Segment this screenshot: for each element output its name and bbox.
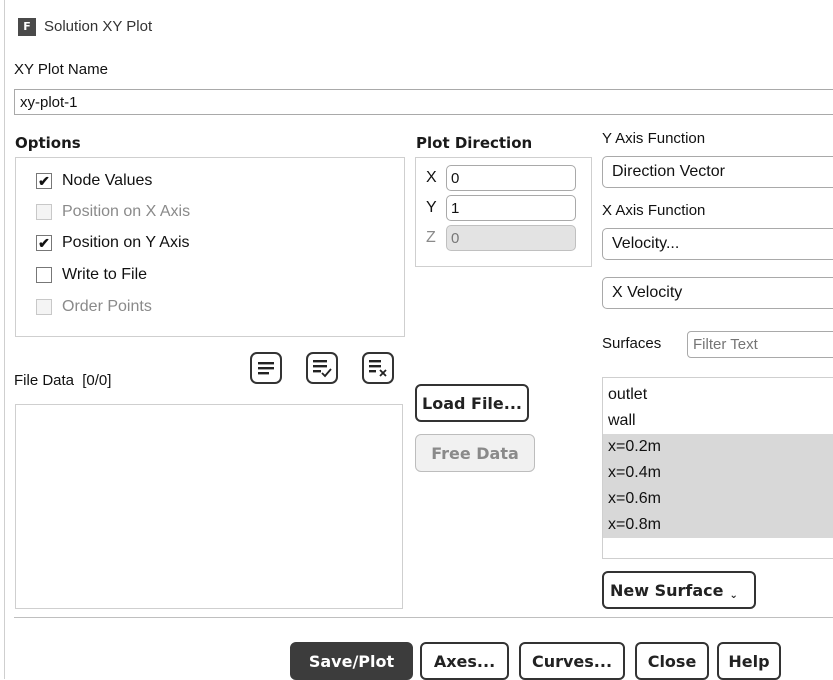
axes-button[interactable]: Axes... — [420, 642, 509, 680]
surface-item-x-0-4m[interactable]: x=0.4m — [603, 460, 833, 486]
deselect-all-icon — [313, 360, 332, 378]
free-data-button: Free Data — [415, 434, 535, 472]
direction-z-letter: Z — [426, 229, 436, 246]
load-file-button[interactable]: Load File... — [415, 384, 529, 422]
direction-y-row: Y — [426, 195, 576, 221]
chevron-down-icon: ⌄ — [729, 589, 738, 601]
position-x-checkbox — [36, 204, 52, 220]
direction-x-input[interactable] — [446, 165, 576, 191]
direction-z-row: Z — [426, 225, 576, 251]
surface-item-x-0-6m[interactable]: x=0.6m — [603, 486, 833, 512]
node-values-checkbox[interactable]: ✔ — [36, 173, 52, 189]
surfaces-filter-input[interactable] — [687, 331, 833, 358]
options-group: ✔ Node Values Position on X Axis ✔ Posit… — [15, 157, 405, 337]
file-data-count: [0/0] — [82, 372, 112, 389]
deselect-all-button[interactable] — [306, 352, 338, 384]
file-data-text: File Data — [14, 372, 75, 389]
write-to-file-checkbox[interactable] — [36, 267, 52, 283]
position-y-option[interactable]: ✔ Position on Y Axis — [36, 232, 190, 254]
select-all-button[interactable] — [250, 352, 282, 384]
clear-icon — [369, 360, 387, 377]
position-x-option: Position on X Axis — [36, 201, 190, 223]
direction-x-row: X — [426, 165, 576, 191]
direction-y-input[interactable] — [446, 195, 576, 221]
file-data-label: File Data [0/0] — [14, 372, 111, 389]
x-axis-function-dropdown[interactable]: X Velocity — [602, 277, 833, 309]
plot-name-label: XY Plot Name — [14, 61, 108, 78]
x-axis-category-dropdown[interactable]: Velocity... — [602, 228, 833, 260]
app-icon: F — [18, 18, 36, 36]
direction-y-letter: Y — [426, 199, 437, 216]
order-points-checkbox — [36, 299, 52, 315]
surface-item-wall[interactable]: wall — [603, 408, 833, 434]
surfaces-list[interactable]: outlet wall x=0.2m x=0.4m x=0.6m x=0.8m — [602, 377, 833, 559]
y-axis-function-label: Y Axis Function — [602, 130, 706, 147]
direction-x-letter: X — [426, 169, 437, 186]
clear-button[interactable] — [362, 352, 394, 384]
close-button[interactable]: Close — [635, 642, 709, 680]
node-values-option[interactable]: ✔ Node Values — [36, 170, 152, 192]
curves-button[interactable]: Curves... — [519, 642, 625, 680]
save-plot-button[interactable]: Save/Plot — [290, 642, 413, 680]
order-points-label: Order Points — [62, 298, 152, 315]
surface-item-x-0-8m[interactable]: x=0.8m — [603, 512, 833, 538]
file-data-list[interactable] — [15, 404, 403, 609]
position-y-label: Position on Y Axis — [62, 234, 190, 251]
surface-item-x-0-2m[interactable]: x=0.2m — [603, 434, 833, 460]
position-x-label: Position on X Axis — [62, 203, 191, 220]
window-left-edge — [0, 0, 5, 679]
options-heading: Options — [15, 134, 81, 152]
position-y-checkbox[interactable]: ✔ — [36, 235, 52, 251]
select-all-icon — [258, 362, 274, 375]
write-to-file-option[interactable]: Write to File — [36, 264, 147, 286]
plot-name-input[interactable] — [14, 89, 833, 115]
surface-item-outlet[interactable]: outlet — [603, 382, 833, 408]
write-to-file-label: Write to File — [62, 266, 148, 283]
plot-direction-heading: Plot Direction — [416, 134, 533, 152]
node-values-label: Node Values — [62, 172, 153, 189]
surfaces-label: Surfaces — [602, 335, 662, 352]
x-axis-function-label: X Axis Function — [602, 202, 706, 219]
window-title: Solution XY Plot — [44, 18, 153, 35]
new-surface-label: New Surface — [610, 580, 724, 600]
help-button[interactable]: Help — [717, 642, 781, 680]
direction-z-input — [446, 225, 576, 251]
y-axis-function-dropdown[interactable]: Direction Vector — [602, 156, 833, 188]
new-surface-button[interactable]: New Surface ⌄ — [602, 571, 756, 609]
bottom-separator — [14, 617, 833, 618]
order-points-option: Order Points — [36, 296, 152, 318]
